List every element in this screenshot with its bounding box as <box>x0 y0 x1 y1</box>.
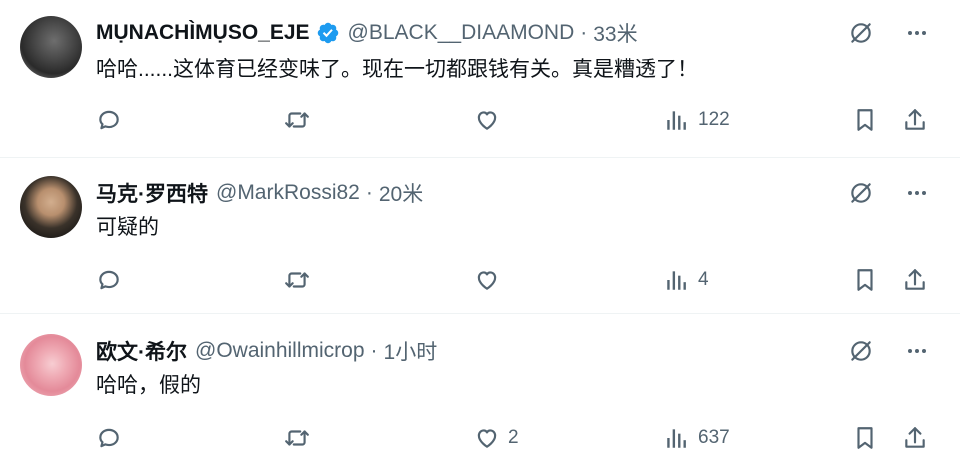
bookmark-icon <box>857 269 873 291</box>
author-handle[interactable]: @MarkRossi82 <box>216 181 360 205</box>
views-button[interactable]: 637 <box>664 420 730 456</box>
reply-icon <box>99 110 119 130</box>
tweet-actions: 4 <box>96 262 936 298</box>
grok-icon[interactable] <box>846 18 876 48</box>
views-count: 4 <box>698 269 709 290</box>
tweet[interactable]: 马克·罗西特 @MarkRossi82 · 20米 可疑的 4 <box>0 158 960 314</box>
avatar[interactable] <box>20 334 82 396</box>
verified-badge-icon <box>316 21 340 45</box>
tweet[interactable]: 欧文·希尔 @Owainhillmicrop · 1小时 哈哈，假的 2 637 <box>0 314 960 474</box>
like-icon <box>477 429 497 448</box>
separator-dot: · <box>370 339 378 362</box>
avatar[interactable] <box>20 176 82 238</box>
timestamp[interactable]: 1小时 <box>384 336 438 366</box>
like-button[interactable]: 2 <box>474 420 519 456</box>
separator-dot: · <box>580 21 588 44</box>
like-icon <box>477 271 497 290</box>
retweet-button[interactable] <box>284 102 310 138</box>
bookmark-button[interactable] <box>852 102 878 138</box>
like-icon <box>477 111 497 130</box>
tweet[interactable]: MỤNACHÌMỤSO_EJE @BLACK__DIAAMOND · 33米 哈… <box>0 0 960 158</box>
grok-icon[interactable] <box>846 178 876 208</box>
retweet-button[interactable] <box>284 420 310 456</box>
retweet-icon <box>285 112 309 128</box>
like-button[interactable] <box>474 262 508 298</box>
author-handle[interactable]: @BLACK__DIAAMOND <box>348 21 575 45</box>
share-button[interactable] <box>902 102 928 138</box>
grok-icon[interactable] <box>846 336 876 366</box>
views-button[interactable]: 122 <box>664 102 730 138</box>
bookmark-button[interactable] <box>852 262 878 298</box>
like-count: 2 <box>508 427 519 448</box>
bookmark-button[interactable] <box>852 420 878 456</box>
author-name[interactable]: MỤNACHÌMỤSO_EJE <box>96 21 310 45</box>
reply-button[interactable] <box>96 420 122 456</box>
separator-dot: · <box>365 181 373 204</box>
more-icon[interactable] <box>902 178 932 208</box>
reply-icon <box>99 428 119 448</box>
tweet-text: 哈哈......这体育已经变味了。现在一切都跟钱有关。真是糟透了！ <box>96 58 699 81</box>
tweet-actions: 122 <box>96 102 936 138</box>
retweet-icon <box>285 272 309 288</box>
like-button[interactable] <box>474 102 508 138</box>
views-icon <box>667 429 686 448</box>
share-button[interactable] <box>902 420 928 456</box>
share-icon <box>905 427 925 448</box>
bookmark-icon <box>857 427 873 449</box>
share-icon <box>905 109 925 130</box>
views-icon <box>667 111 686 130</box>
reply-button[interactable] <box>96 262 122 298</box>
views-icon <box>667 271 686 290</box>
timestamp[interactable]: 33米 <box>593 18 637 48</box>
views-button[interactable]: 4 <box>664 262 709 298</box>
author-handle[interactable]: @Owainhillmicrop <box>195 339 365 363</box>
views-count: 122 <box>698 109 730 130</box>
reply-icon <box>99 270 119 290</box>
tweet-text: 可疑的 <box>96 216 159 239</box>
more-icon[interactable] <box>902 18 932 48</box>
share-icon <box>905 269 925 290</box>
retweet-button[interactable] <box>284 262 310 298</box>
timestamp[interactable]: 20米 <box>379 178 423 208</box>
tweet-text: 哈哈，假的 <box>96 374 201 397</box>
retweet-icon <box>285 430 309 446</box>
more-icon[interactable] <box>902 336 932 366</box>
share-button[interactable] <box>902 262 928 298</box>
author-name[interactable]: 马克·罗西特 <box>96 178 208 208</box>
views-count: 637 <box>698 427 730 448</box>
reply-button[interactable] <box>96 102 122 138</box>
bookmark-icon <box>857 109 873 131</box>
author-name[interactable]: 欧文·希尔 <box>96 336 187 366</box>
tweet-actions: 2 637 <box>96 420 936 456</box>
avatar[interactable] <box>20 16 82 78</box>
